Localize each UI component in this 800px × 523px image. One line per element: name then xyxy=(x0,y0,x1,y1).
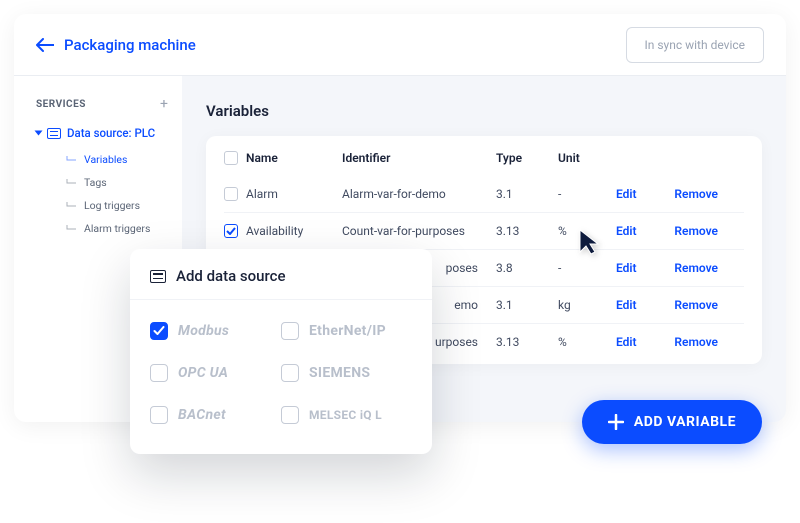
cell-type: 3.13 xyxy=(496,224,558,238)
sync-status-button[interactable]: In sync with device xyxy=(626,27,765,63)
edit-link[interactable]: Edit xyxy=(616,187,662,201)
cell-type: 3.8 xyxy=(496,261,558,275)
datasource-icon xyxy=(47,128,61,139)
cell-identifier: Count-var-for-purposes xyxy=(342,224,496,238)
datasource-option-ethernet-ip[interactable]: EtherNet/IP xyxy=(281,314,412,348)
add-variable-label: ADD VARIABLE xyxy=(634,414,736,430)
add-variable-button[interactable]: ADD VARIABLE xyxy=(582,400,762,444)
column-unit: Unit xyxy=(558,151,616,165)
cell-unit: % xyxy=(558,335,616,349)
vendor-label: SIEMENS xyxy=(309,365,370,381)
datasource-option-melsec[interactable]: MELSEC iQ L xyxy=(281,398,412,432)
remove-link[interactable]: Remove xyxy=(662,335,718,349)
add-datasource-modal: Add data source Modbus EtherNet/IP OPC U… xyxy=(130,249,432,454)
option-checkbox[interactable] xyxy=(281,322,299,340)
sidebar-section-title: SERVICES xyxy=(36,99,86,110)
cell-type: 3.1 xyxy=(496,298,558,312)
sidebar-item-label: Tags xyxy=(84,176,107,189)
caret-down-icon xyxy=(35,131,43,136)
cell-name: Alarm xyxy=(246,187,342,201)
page-title: Packaging machine xyxy=(64,36,196,54)
datasource-icon xyxy=(150,270,166,283)
datasource-option-opc-ua[interactable]: OPC UA xyxy=(150,356,281,390)
app-header: Packaging machine In sync with device xyxy=(14,14,786,76)
datasource-option-modbus[interactable]: Modbus xyxy=(150,314,281,348)
edit-link[interactable]: Edit xyxy=(616,224,662,238)
sidebar-item-label: Alarm triggers xyxy=(84,222,150,235)
datasource-option-bacnet[interactable]: BACnet xyxy=(150,398,281,432)
sidebar-item-label: Variables xyxy=(84,153,127,166)
cell-name: Availability xyxy=(246,224,342,238)
vendor-label: OPC UA xyxy=(178,365,228,381)
table-header-row: Name Identifier Type Unit xyxy=(224,140,744,176)
sidebar-item-tags[interactable]: Tags xyxy=(66,171,182,194)
add-service-icon[interactable]: + xyxy=(160,96,168,112)
sidebar-datasource-label: Data source: PLC xyxy=(67,126,155,140)
cell-type: 3.1 xyxy=(496,187,558,201)
remove-link[interactable]: Remove xyxy=(662,187,718,201)
sidebar-datasource-row[interactable]: Data source: PLC xyxy=(36,126,182,140)
cell-unit: % xyxy=(558,224,616,238)
column-name: Name xyxy=(246,151,342,165)
remove-link[interactable]: Remove xyxy=(662,224,718,238)
sidebar-item-alarm-triggers[interactable]: Alarm triggers xyxy=(66,217,182,240)
table-row: Alarm Alarm-var-for-demo 3.1 - Edit Remo… xyxy=(224,176,744,212)
cell-unit: - xyxy=(558,187,616,201)
sidebar-item-variables[interactable]: Variables xyxy=(66,148,182,171)
edit-link[interactable]: Edit xyxy=(616,261,662,275)
cell-unit: - xyxy=(558,261,616,275)
column-identifier: Identifier xyxy=(342,151,496,165)
cell-type: 3.13 xyxy=(496,335,558,349)
plus-icon xyxy=(608,414,624,430)
cell-unit: kg xyxy=(558,298,616,312)
remove-link[interactable]: Remove xyxy=(662,261,718,275)
option-checkbox[interactable] xyxy=(150,364,168,382)
select-all-checkbox[interactable] xyxy=(224,151,238,165)
cell-identifier: Alarm-var-for-demo xyxy=(342,187,496,201)
vendor-label: MELSEC iQ L xyxy=(309,408,382,422)
table-row: Availability Count-var-for-purposes 3.13… xyxy=(224,212,744,249)
modal-title: Add data source xyxy=(176,267,286,285)
column-type: Type xyxy=(496,151,558,165)
row-checkbox[interactable] xyxy=(224,187,238,201)
datasource-option-siemens[interactable]: SIEMENS xyxy=(281,356,412,390)
option-checkbox[interactable] xyxy=(150,406,168,424)
section-title: Variables xyxy=(206,102,762,120)
vendor-label: BACnet xyxy=(178,407,226,423)
sidebar-item-log-triggers[interactable]: Log triggers xyxy=(66,194,182,217)
option-checkbox[interactable] xyxy=(281,406,299,424)
edit-link[interactable]: Edit xyxy=(616,335,662,349)
vendor-label: Modbus xyxy=(178,323,229,339)
edit-link[interactable]: Edit xyxy=(616,298,662,312)
sidebar-subnav: Variables Tags Log triggers Alarm trigge… xyxy=(66,148,182,240)
sidebar-item-label: Log triggers xyxy=(84,199,140,212)
row-checkbox[interactable] xyxy=(224,224,238,238)
option-checkbox[interactable] xyxy=(150,322,168,340)
vendor-label: EtherNet/IP xyxy=(309,323,386,339)
back-arrow-icon[interactable] xyxy=(36,38,54,52)
option-checkbox[interactable] xyxy=(281,364,299,382)
remove-link[interactable]: Remove xyxy=(662,298,718,312)
